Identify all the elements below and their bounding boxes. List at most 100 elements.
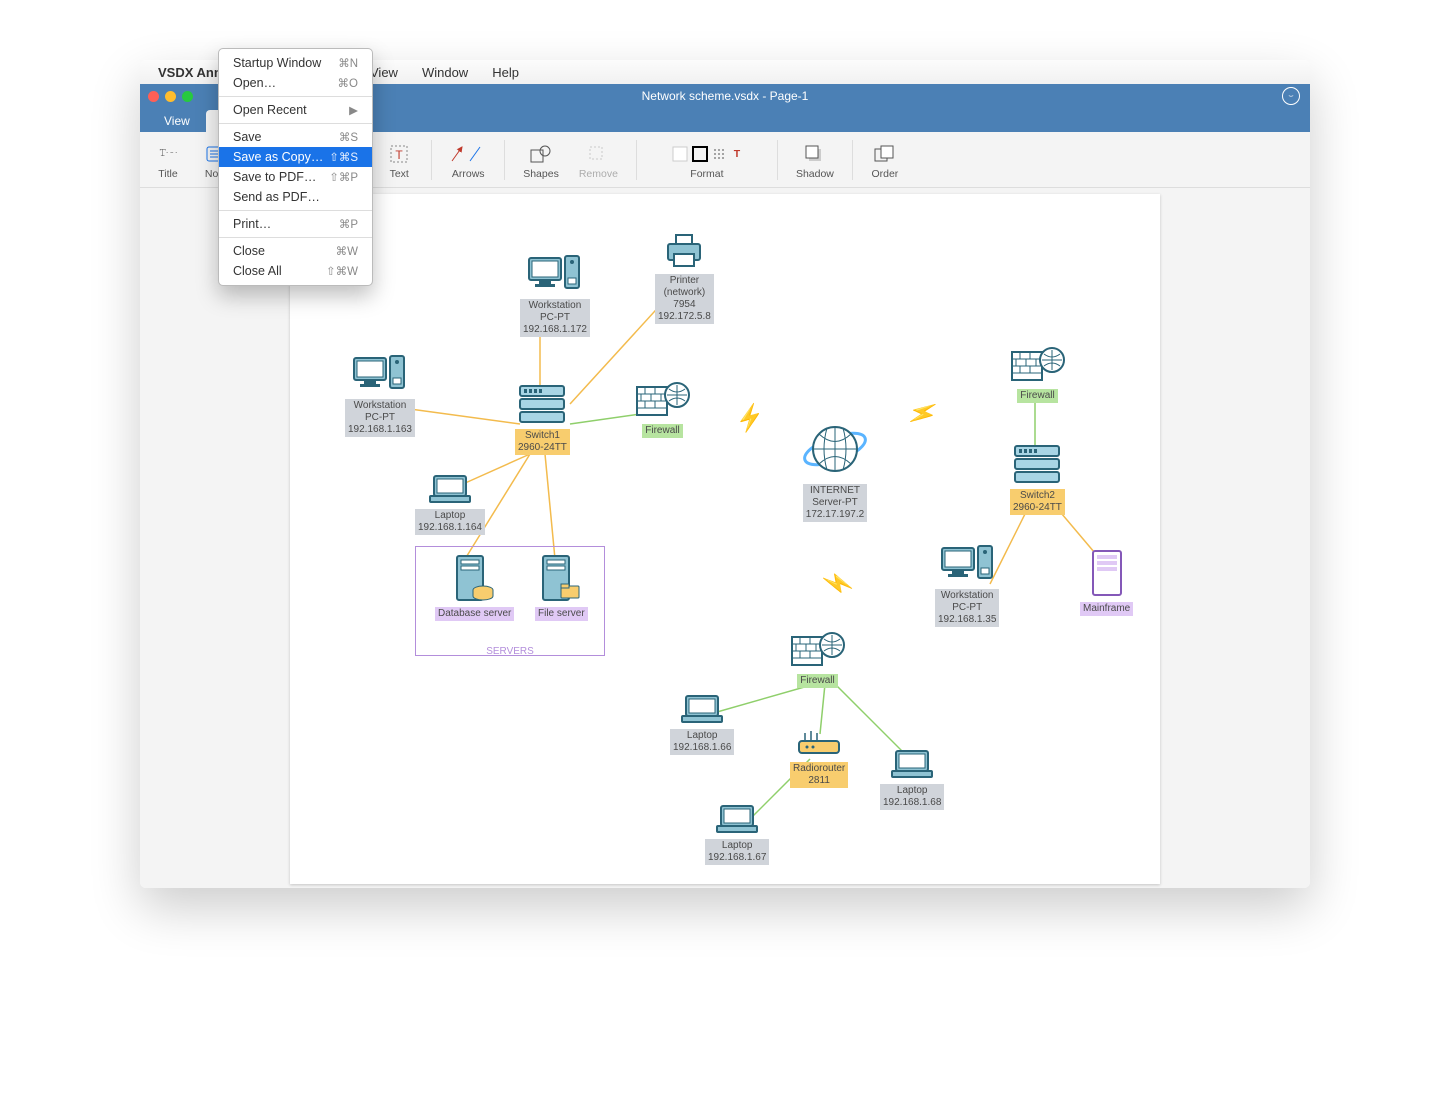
menu-item-label: Startup Window (233, 60, 321, 70)
node-switch2[interactable]: Switch22960-24TT (1010, 444, 1065, 515)
node-internet[interactable]: INTERNETServer-PT172.17.197.2 (800, 419, 870, 522)
node-label-line: 192.168.1.164 (418, 522, 482, 533)
smiley-icon[interactable] (1282, 87, 1300, 105)
node-dbserver[interactable]: Database server (435, 554, 514, 621)
remove-icon (588, 140, 608, 168)
tool-shapes[interactable]: Shapes (515, 140, 567, 180)
node-laptop3[interactable]: Laptop192.168.1.68 (880, 749, 944, 810)
node-label-line: Switch1 (525, 430, 560, 441)
node-firewall2[interactable]: Firewall (1010, 344, 1065, 403)
tool-text[interactable]: TText (377, 140, 421, 180)
menu-item-startup-window[interactable]: Startup Window⌘N (219, 60, 372, 73)
node-label-line: 192.168.1.35 (938, 614, 996, 625)
node-firewall1[interactable]: Firewall (635, 379, 690, 438)
node-label: File server (535, 607, 588, 621)
menu-item-label: Print… (233, 217, 271, 231)
node-laptop1[interactable]: Laptop192.168.1.164 (415, 474, 485, 535)
node-label: Firewall (642, 424, 682, 438)
node-laptop2[interactable]: Laptop192.168.1.66 (670, 694, 734, 755)
canvas-area[interactable]: ⚡ ⚡ ⚡ SERVERS WorkstationPC-PT192.168.1.… (140, 188, 1310, 888)
toolbar-separator (431, 140, 432, 180)
menu-item-open-recent[interactable]: Open Recent▶ (219, 100, 372, 120)
menu-help[interactable]: Help (484, 63, 527, 82)
router-icon (790, 729, 848, 761)
menu-shortcut: ⇧⌘P (329, 170, 358, 184)
node-ws2[interactable]: WorkstationPC-PT192.168.1.163 (345, 354, 415, 437)
switch-icon (1010, 444, 1065, 488)
node-switch1[interactable]: Switch12960-24TT (515, 384, 570, 455)
menu-item-close-all[interactable]: Close All⇧⌘W (219, 261, 372, 281)
node-label-line: Laptop (897, 785, 928, 796)
node-label-line: Printer (670, 275, 699, 286)
internet-icon (800, 419, 870, 483)
tool-title[interactable]: 𝚃┄Title (146, 140, 190, 180)
tool-label: Remove (579, 168, 618, 180)
servers-caption: SERVERS (416, 646, 604, 657)
menu-item-close[interactable]: Close⌘W (219, 241, 372, 261)
menu-window[interactable]: Window (414, 63, 476, 82)
toolbar-separator (852, 140, 853, 180)
node-label: Firewall (797, 674, 837, 688)
workstation-icon (520, 254, 590, 298)
menu-item-label: Save to PDF… (233, 170, 316, 184)
tool-label: Shapes (523, 168, 559, 180)
node-label-line: Laptop (722, 840, 753, 851)
laptop-icon (880, 749, 944, 783)
menu-item-label: Save as Copy… (233, 150, 323, 164)
node-label-line: Laptop (435, 510, 466, 521)
node-ws1[interactable]: WorkstationPC-PT192.168.1.172 (520, 254, 590, 337)
menu-shortcut: ⌘S (339, 130, 358, 144)
toolbar-separator (636, 140, 637, 180)
node-laptop4[interactable]: Laptop192.168.1.67 (705, 804, 769, 865)
workstation-icon (935, 544, 999, 588)
bolt-icon: ⚡ (732, 401, 768, 437)
node-label: Switch12960-24TT (515, 429, 570, 455)
menu-item-save-as-copy-[interactable]: Save as Copy…⇧⌘S (219, 147, 372, 167)
node-label-line: Server-PT (812, 497, 858, 508)
menu-shortcut: ⌘W (336, 244, 358, 258)
printer-icon (655, 234, 714, 273)
tool-order[interactable]: Order (863, 140, 907, 180)
menu-item-print-[interactable]: Print… ⌘P (219, 214, 372, 234)
mainframe-icon (1080, 549, 1133, 601)
menu-item-save[interactable]: Save⌘S (219, 127, 372, 147)
text-color-icon[interactable]: T (734, 148, 740, 160)
node-label-line: Switch2 (1020, 490, 1055, 501)
menu-item-label: Open Recent (233, 103, 307, 117)
stroke-color-icon[interactable] (692, 146, 708, 162)
node-label: Laptop192.168.1.164 (415, 509, 485, 535)
node-fileserver[interactable]: File server (535, 554, 588, 621)
menu-item-open-[interactable]: Open…⌘O (219, 73, 372, 93)
node-label-line: File server (538, 608, 585, 619)
node-label-line: 7954 (673, 299, 695, 310)
node-ws3[interactable]: WorkstationPC-PT192.168.1.35 (935, 544, 999, 627)
tool-label: Format (690, 168, 723, 180)
tool-shadow[interactable]: Shadow (788, 140, 842, 180)
tab-view[interactable]: View (148, 110, 206, 132)
fill-color-icon[interactable] (672, 146, 688, 162)
menu-item-send-as-pdf-[interactable]: Send as PDF… (219, 187, 372, 207)
menu-shortcut: ⌘P (339, 217, 358, 231)
laptop-icon (705, 804, 769, 838)
node-label-line: Firewall (1020, 390, 1054, 401)
node-label-line: 192.168.1.67 (708, 852, 766, 863)
menu-item-save-to-pdf-[interactable]: Save to PDF… ⇧⌘P (219, 167, 372, 187)
shadow-icon (805, 140, 825, 168)
tool-arrows[interactable]: Arrows (442, 140, 494, 180)
node-label-line: 2960-24TT (1013, 502, 1062, 513)
tool-label: Order (871, 168, 898, 180)
toolbar-separator (504, 140, 505, 180)
node-label-line: PC-PT (952, 602, 982, 613)
node-label-line: Mainframe (1083, 603, 1130, 614)
node-label-line: Firewall (645, 425, 679, 436)
node-firewall3[interactable]: Firewall (790, 629, 845, 688)
node-label-line: Workstation (354, 400, 407, 411)
diagram-page[interactable]: ⚡ ⚡ ⚡ SERVERS WorkstationPC-PT192.168.1.… (290, 194, 1160, 884)
tool-format[interactable]: T Format (647, 140, 767, 180)
line-style-icon[interactable] (712, 146, 728, 162)
node-printer[interactable]: Printer(network)7954192.172.5.8 (655, 234, 714, 324)
firewall-icon (635, 379, 690, 423)
text-icon: T (389, 140, 409, 168)
node-radiorouter[interactable]: Radiorouter2811 (790, 729, 848, 788)
node-mainframe[interactable]: Mainframe (1080, 549, 1133, 616)
